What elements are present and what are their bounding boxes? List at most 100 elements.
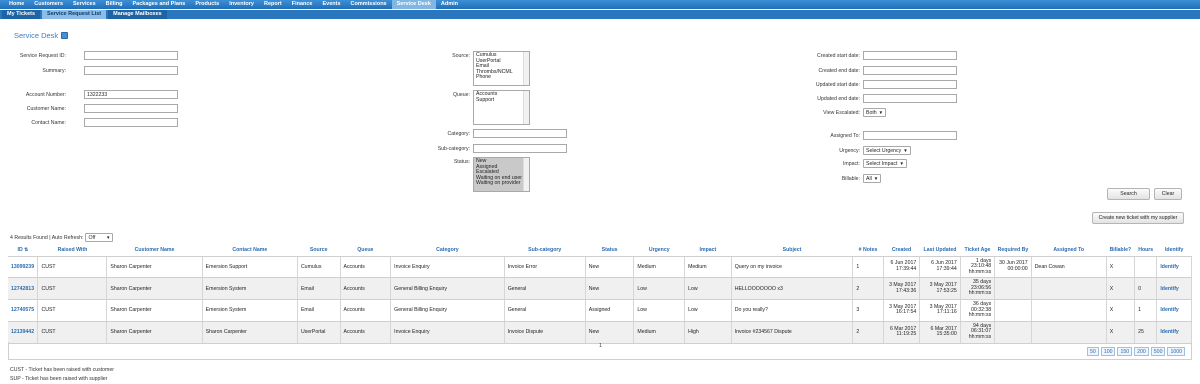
page-size-50[interactable]: 50 <box>1087 347 1099 356</box>
cell-billable: X <box>1106 256 1136 279</box>
subnav-manage-mailboxes[interactable]: Manage Mailboxes <box>108 10 167 19</box>
queue-listbox[interactable]: Accounts Support <box>473 90 530 125</box>
cell-id[interactable]: 13099239 <box>8 256 39 279</box>
view-escalated-select[interactable]: Both ▼ <box>863 108 887 117</box>
create-supplier-ticket-button[interactable]: Create new ticket with my supplier <box>1092 212 1184 224</box>
nav-service-desk[interactable]: Service Desk <box>391 0 436 9</box>
urgency-select[interactable]: Select Urgency ▼ <box>863 146 911 155</box>
category-input[interactable] <box>473 129 567 138</box>
status-listbox[interactable]: New Assigned Escalated Waiting on end user W… <box>473 157 530 192</box>
nav-billing[interactable]: Billing <box>101 0 128 9</box>
nav-services[interactable]: Services <box>68 0 101 9</box>
impact-label: Impact: <box>842 161 860 167</box>
updated-end-input[interactable] <box>863 94 957 103</box>
table-row[interactable]: 12742813 CUST Sharon Carpenter Emersion Sys… <box>8 277 1192 301</box>
billable-select[interactable]: All ▼ <box>863 174 882 183</box>
nav-admin[interactable]: Admin <box>436 0 463 9</box>
column-header-raised-with[interactable]: Raised With <box>37 244 107 257</box>
page-size-200[interactable]: 200 <box>1134 347 1149 356</box>
nav-products[interactable]: Products <box>190 0 224 9</box>
cell-required-by <box>994 321 1032 344</box>
sort-icon[interactable]: ⇅ <box>23 247 28 253</box>
impact-select[interactable]: Select Impact ▼ <box>863 159 907 168</box>
column-header-hours[interactable]: Hours <box>1134 244 1157 257</box>
page-size-100[interactable]: 100 <box>1100 347 1116 356</box>
assigned-to-input[interactable] <box>863 131 957 140</box>
column-header-billable[interactable]: Billable? <box>1106 244 1135 257</box>
page-size-150[interactable]: 150 <box>1117 347 1133 356</box>
subnav-service-request-list[interactable]: Service Request List <box>42 10 107 19</box>
queue-scrollbar[interactable] <box>523 91 529 124</box>
created-start-input[interactable] <box>863 51 957 60</box>
table-row[interactable]: 13099239 CUST Sharon Carpenter Emersion Sup… <box>8 256 1192 279</box>
column-header-id[interactable]: ID ⇅ <box>8 244 38 257</box>
summary-input[interactable] <box>84 66 178 75</box>
results-count-text: 4 Results Found | Auto Refresh: <box>10 234 84 241</box>
page-size-500[interactable]: 500 <box>1150 347 1166 356</box>
column-header-assigned-to[interactable]: Assigned To <box>1031 244 1107 257</box>
column-header-contact-name[interactable]: Contact Name <box>202 244 298 257</box>
auto-refresh-select[interactable]: Off ▼ <box>85 233 114 242</box>
column-header-category[interactable]: Category <box>390 244 505 257</box>
nav-events[interactable]: Events <box>318 0 346 9</box>
search-button[interactable]: Search <box>1107 188 1150 200</box>
table-row[interactable]: 12139442 CUST Sharon Carpenter Sharon Carpe… <box>8 321 1192 344</box>
column-header-ticket-age[interactable]: Ticket Age <box>960 244 995 257</box>
nav-finance[interactable]: Finance <box>287 0 318 9</box>
cell-id[interactable]: 12742813 <box>8 277 39 301</box>
cell-created: 3 May 2017 17:43:36 <box>883 277 921 301</box>
column-header-customer-name[interactable]: Customer Name <box>106 244 203 257</box>
cell-queue: Accounts <box>340 256 392 279</box>
service-request-id-input[interactable] <box>84 51 178 60</box>
column-header-subject[interactable]: Subject <box>731 244 853 257</box>
subnav-my-tickets[interactable]: My Tickets <box>2 10 41 19</box>
customer-name-input[interactable] <box>84 104 178 113</box>
page-number[interactable]: 1 <box>599 343 602 349</box>
column-header-queue[interactable]: Queue <box>340 244 391 257</box>
list-option[interactable]: Waiting on provider <box>476 181 527 187</box>
column-header-required-by[interactable]: Required By <box>994 244 1032 257</box>
sub-category-input[interactable] <box>473 144 567 153</box>
column-header-urgency[interactable]: Urgency <box>633 244 685 257</box>
account-number-input[interactable]: 1322233 <box>84 90 178 99</box>
nav-home[interactable]: Home <box>4 0 29 9</box>
list-option[interactable]: Phone <box>476 75 527 81</box>
cell-identify[interactable]: Identify <box>1156 321 1192 344</box>
view-escalated-label: View Escalated: <box>823 110 860 116</box>
status-scrollbar[interactable] <box>523 158 529 191</box>
cell-sub-category: Invoice Dispute <box>504 321 586 344</box>
nav-customers[interactable]: Customers <box>29 0 68 9</box>
nav-packages-and-plans[interactable]: Packages and Plans <box>127 0 190 9</box>
page-size-1000[interactable]: 1000 <box>1167 347 1185 356</box>
cell-identify[interactable]: Identify <box>1156 277 1192 301</box>
source-scrollbar[interactable] <box>523 52 529 85</box>
cell-id[interactable]: 12740575 <box>8 299 39 322</box>
table-row[interactable]: 12740575 CUST Sharon Carpenter Emersion Sys… <box>8 299 1192 322</box>
nav-inventory[interactable]: Inventory <box>224 0 259 9</box>
clear-button[interactable]: Clear <box>1154 188 1182 200</box>
list-option[interactable]: Support <box>476 97 527 104</box>
column-header-last-updated[interactable]: Last Updated <box>919 244 961 257</box>
column-header-identify[interactable]: Identify <box>1156 244 1192 257</box>
created-end-input[interactable] <box>863 66 957 75</box>
cell-updated: 3 May 2017 17:53:25 <box>919 277 961 301</box>
help-icon[interactable] <box>61 32 69 39</box>
results-summary: 4 Results Found | Auto Refresh: Off ▼ <box>10 233 114 242</box>
updated-end-label: Updated end date: <box>817 96 860 102</box>
nav-report[interactable]: Report <box>259 0 287 9</box>
cell-identify[interactable]: Identify <box>1156 299 1192 322</box>
cell-id[interactable]: 12139442 <box>8 321 39 344</box>
cell-raised-with: CUST <box>37 299 108 322</box>
column-header-notes[interactable]: # Notes <box>852 244 884 257</box>
column-header-source[interactable]: Source <box>297 244 340 257</box>
updated-start-input[interactable] <box>863 80 957 89</box>
column-header-status[interactable]: Status <box>585 244 634 257</box>
cell-urgency: Low <box>633 299 686 322</box>
nav-commissions[interactable]: Commissions <box>346 0 392 9</box>
cell-identify[interactable]: Identify <box>1156 256 1192 279</box>
contact-name-input[interactable] <box>84 118 178 127</box>
column-header-impact[interactable]: Impact <box>684 244 732 257</box>
column-header-created[interactable]: Created <box>883 244 920 257</box>
source-listbox[interactable]: Cumulus UserPortal Email Thrombs/NCML Phone <box>473 51 530 86</box>
column-header-sub-category[interactable]: Sub-category <box>504 244 586 257</box>
